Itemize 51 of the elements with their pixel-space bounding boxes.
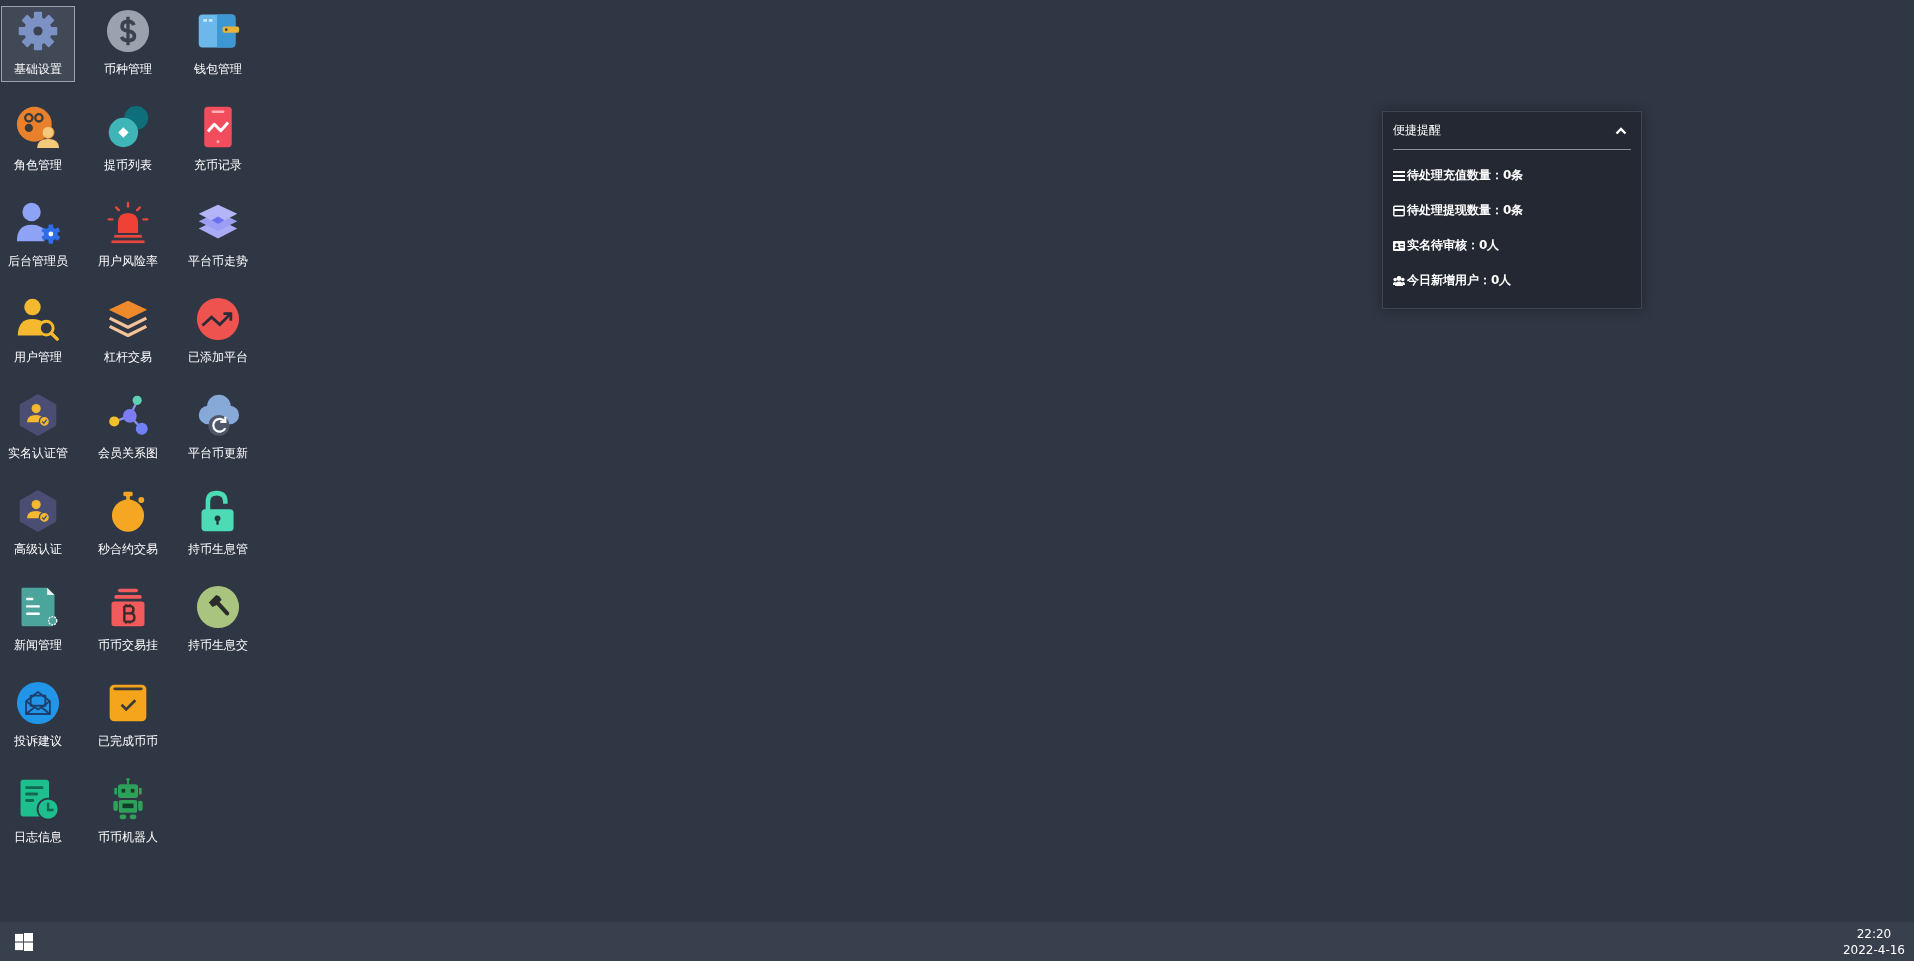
desktop-shortcut[interactable]: 平台币走势 [181,198,255,274]
users-icon [1393,274,1405,287]
card-icon [1393,204,1405,217]
desktop-shortcut[interactable]: 平台币更新 [181,390,255,466]
siren-icon [106,201,150,245]
desktop-shortcut[interactable]: 提币列表 [91,102,165,178]
desktop-shortcut[interactable]: 用户管理 [1,294,75,370]
user-circle-icon [16,105,60,149]
list-icon [1393,169,1405,182]
desktop-shortcut[interactable]: 角色管理 [1,102,75,178]
start-button[interactable] [14,931,34,952]
desktop-shortcut[interactable]: 新闻管理 [1,582,75,658]
chevron-up-icon[interactable] [1615,126,1627,135]
desktop-shortcut[interactable]: 持币生息交 [181,582,255,658]
desktop-shortcut[interactable]: 杠杆交易 [91,294,165,370]
clock-time: 22:20 [1856,925,1892,942]
windows-icon [15,932,33,951]
panel-title: 便捷提醒 [1393,122,1441,139]
desktop-shortcut[interactable]: 已添加平台 [181,294,255,370]
desktop-shortcut[interactable]: 充币记录 [181,102,255,178]
desktop-shortcut[interactable]: 日志信息 [1,774,75,850]
desktop-shortcut[interactable]: 会员关系图 [91,390,165,466]
desktop-shortcut[interactable]: 币种管理 [91,6,165,82]
hammer-icon [196,585,240,629]
mail-icon [16,681,60,725]
user-gear-icon [16,201,60,245]
desktop-shortcut[interactable]: 已完成币币 [91,678,165,754]
desktop-shortcut[interactable]: 币币机器人 [91,774,165,850]
desktop-shortcut[interactable]: 持币生息管 [181,486,255,562]
dollar-icon [106,9,150,53]
reminder-text: 今日新增用户：0人 [1407,272,1512,289]
reminder-text: 实名待审核：0人 [1407,237,1500,254]
cloud-refresh-icon [196,393,240,437]
coins-icon [106,105,150,149]
desktop-shortcut[interactable]: 币币交易挂 [91,582,165,658]
desktop-shortcut[interactable]: 投诉建议 [1,678,75,754]
id-card-icon [1393,239,1405,252]
desktop-shortcut[interactable]: 后台管理员 [1,198,75,274]
user-search-icon [16,297,60,341]
network-icon [106,393,150,437]
reminder-text: 待处理提现数量：0条 [1407,202,1524,219]
trend-icon [196,297,240,341]
gear-icon [16,9,60,53]
clock-date: 2022-4-16 [1842,941,1905,958]
reminder-text: 待处理充值数量：0条 [1407,167,1524,184]
desktop-shortcut[interactable]: 钱包管理 [181,6,255,82]
desktop-shortcut[interactable]: 用户风险率 [91,198,165,274]
desktop-shortcut[interactable]: 实名认证管 [1,390,75,466]
desktop-shortcut[interactable]: 高级认证 [1,486,75,562]
desktop-shortcut[interactable]: 基础设置 [1,6,75,82]
desktop-shortcut[interactable]: 秒合约交易 [91,486,165,562]
